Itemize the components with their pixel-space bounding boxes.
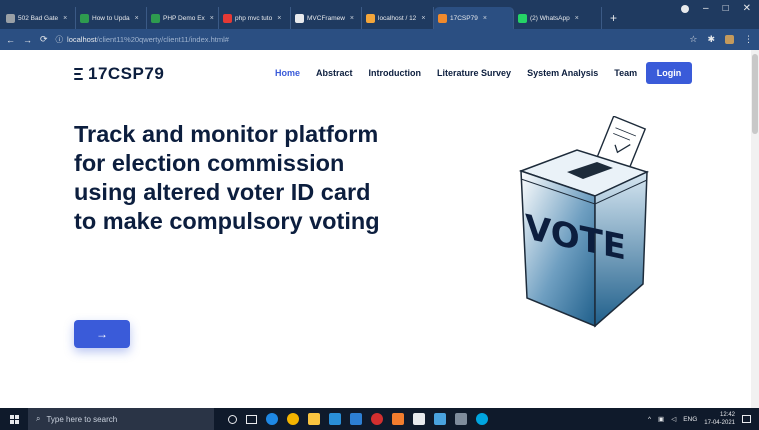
extensions-icon[interactable]: ✱ <box>707 34 715 45</box>
site-brand[interactable]: 17CSP79 <box>74 64 164 84</box>
close-window-button[interactable]: ✕ <box>743 3 751 14</box>
reload-icon[interactable]: ⟳ <box>40 34 48 45</box>
tab-close-icon[interactable]: × <box>210 15 214 22</box>
tab-close-icon[interactable]: × <box>135 15 139 22</box>
start-button[interactable] <box>0 408 28 430</box>
opera-icon[interactable] <box>371 413 383 425</box>
tab-title: How to Upda <box>92 14 130 22</box>
maximize-button[interactable]: □ <box>723 3 729 14</box>
hero-arrow-button[interactable]: → <box>74 320 130 348</box>
taskbar-apps <box>228 413 488 425</box>
url-host: localhost <box>67 35 97 44</box>
window-controls: – □ ✕ <box>681 3 759 14</box>
page-scrollbar[interactable] <box>751 50 759 408</box>
taskbar-search-box[interactable]: ⌕ Type here to search <box>28 408 214 430</box>
browser-tab[interactable]: PHP Demo Ex × <box>147 7 219 29</box>
tab-title: PHP Demo Ex <box>163 14 205 22</box>
browser-tab[interactable]: 17CSP79 × <box>434 7 514 29</box>
windows-logo-icon <box>9 414 19 424</box>
tab-title: 502 Bad Gate <box>18 14 59 22</box>
tab-close-icon[interactable]: × <box>483 15 487 22</box>
xampp-icon[interactable] <box>392 413 404 425</box>
brand-name: 17CSP79 <box>88 64 165 83</box>
browser-toolbar: ← → ⟳ ⓘ localhost/client11%20qwerty/clie… <box>0 29 759 50</box>
browser-tab[interactable]: How to Upda × <box>76 7 147 29</box>
tab-favicon-icon <box>295 13 304 23</box>
ballot-box-illustration: VOTE <box>505 115 655 336</box>
skype-icon[interactable] <box>476 413 488 425</box>
clock-date: 17-04-2021 <box>704 420 735 426</box>
nav-link-home[interactable]: Home <box>275 68 300 78</box>
language-indicator[interactable]: ENG <box>683 416 697 423</box>
tab-close-icon[interactable]: × <box>63 15 67 22</box>
tab-favicon-icon <box>6 13 15 23</box>
app-blue-icon[interactable] <box>434 413 446 425</box>
app-window-icon[interactable] <box>455 413 467 425</box>
task-view-icon[interactable] <box>246 414 257 424</box>
info-icon[interactable]: ⓘ <box>56 34 64 45</box>
tab-title: 17CSP79 <box>450 14 478 22</box>
tab-title: (2) WhatsApp <box>530 14 570 22</box>
nav-link-introduction[interactable]: Introduction <box>369 68 422 78</box>
profile-icon[interactable] <box>681 4 689 13</box>
chrome-icon[interactable] <box>287 413 299 425</box>
tab-title: php mvc tuto <box>235 14 273 22</box>
nav-link-team[interactable]: Team <box>614 68 637 78</box>
vscode-icon[interactable] <box>350 413 362 425</box>
tab-title: MVCFramew <box>307 14 345 22</box>
network-icon[interactable]: ▣ <box>658 415 664 423</box>
browser-tab-strip: 502 Bad Gate × How to Upda × PHP Demo Ex × php… <box>0 0 759 29</box>
notification-icon[interactable] <box>742 415 751 423</box>
clock-time: 12:42 <box>719 412 735 418</box>
system-tray: ^ ▣ ◁ ENG 12:42 17-04-2021 <box>648 411 759 427</box>
main-navigation: Home Abstract Introduction Literature Surve… <box>275 68 653 78</box>
app-grid-icon[interactable] <box>413 413 425 425</box>
bookmark-star-icon[interactable]: ☆ <box>689 34 697 45</box>
volume-icon[interactable]: ◁ <box>671 415 676 423</box>
minimize-button[interactable]: – <box>703 3 709 14</box>
browser-tab[interactable]: 502 Bad Gate × <box>2 7 76 29</box>
nav-link-abstract[interactable]: Abstract <box>316 68 353 78</box>
tab-favicon-icon <box>80 13 89 23</box>
tray-chevron-icon[interactable]: ^ <box>648 416 651 423</box>
taskbar-search-placeholder: Type here to search <box>46 414 118 424</box>
tab-favicon-icon <box>151 13 160 23</box>
nav-link-literature-survey[interactable]: Literature Survey <box>437 68 511 78</box>
tab-close-icon[interactable]: × <box>277 15 281 22</box>
browser-tab[interactable]: (2) WhatsApp × <box>514 7 602 29</box>
browser-tab[interactable]: localhost / 12 × <box>362 7 434 29</box>
windows-taskbar: ⌕ Type here to search ^ ▣ ◁ ENG 12:42 17… <box>0 408 759 430</box>
tab-favicon-icon <box>438 13 447 23</box>
store-icon[interactable] <box>329 413 341 425</box>
tab-list: 502 Bad Gate × How to Upda × PHP Demo Ex × php… <box>2 7 602 29</box>
login-button[interactable]: Login <box>646 62 692 84</box>
tab-favicon-icon <box>223 13 232 23</box>
clock[interactable]: 12:42 17-04-2021 <box>704 411 735 427</box>
back-arrow-icon[interactable]: ← <box>6 35 15 45</box>
cortana-icon[interactable] <box>228 414 237 424</box>
browser-tab[interactable]: MVCFramew × <box>291 7 362 29</box>
file-explorer-icon[interactable] <box>308 413 320 425</box>
hero-title: Track and monitor platform for election … <box>74 121 380 234</box>
address-bar[interactable]: ⓘ localhost/client11%20qwerty/client11/i… <box>56 34 682 45</box>
scrollbar-thumb[interactable] <box>752 54 758 134</box>
tab-close-icon[interactable]: × <box>421 15 425 22</box>
tab-favicon-icon <box>518 13 527 23</box>
tab-close-icon[interactable]: × <box>575 15 579 22</box>
new-tab-button[interactable]: + <box>602 7 625 29</box>
tab-title: localhost / 12 <box>378 14 417 22</box>
nav-link-system-analysis[interactable]: System Analysis <box>527 68 598 78</box>
menu-lines-icon <box>74 68 83 80</box>
edge-icon[interactable] <box>266 413 278 425</box>
browser-tab[interactable]: php mvc tuto × <box>219 7 291 29</box>
page-viewport: 17CSP79 Home Abstract Introduction Literatu… <box>0 50 759 408</box>
profile-avatar-icon[interactable] <box>725 35 734 44</box>
browser-menu-icon[interactable]: ⋮ <box>744 34 753 45</box>
search-icon: ⌕ <box>36 414 41 423</box>
forward-arrow-icon[interactable]: → <box>23 35 32 45</box>
tab-close-icon[interactable]: × <box>350 15 354 22</box>
tab-favicon-icon <box>366 13 375 23</box>
url-path: /client11%20qwerty/client11/index.html# <box>96 35 229 44</box>
